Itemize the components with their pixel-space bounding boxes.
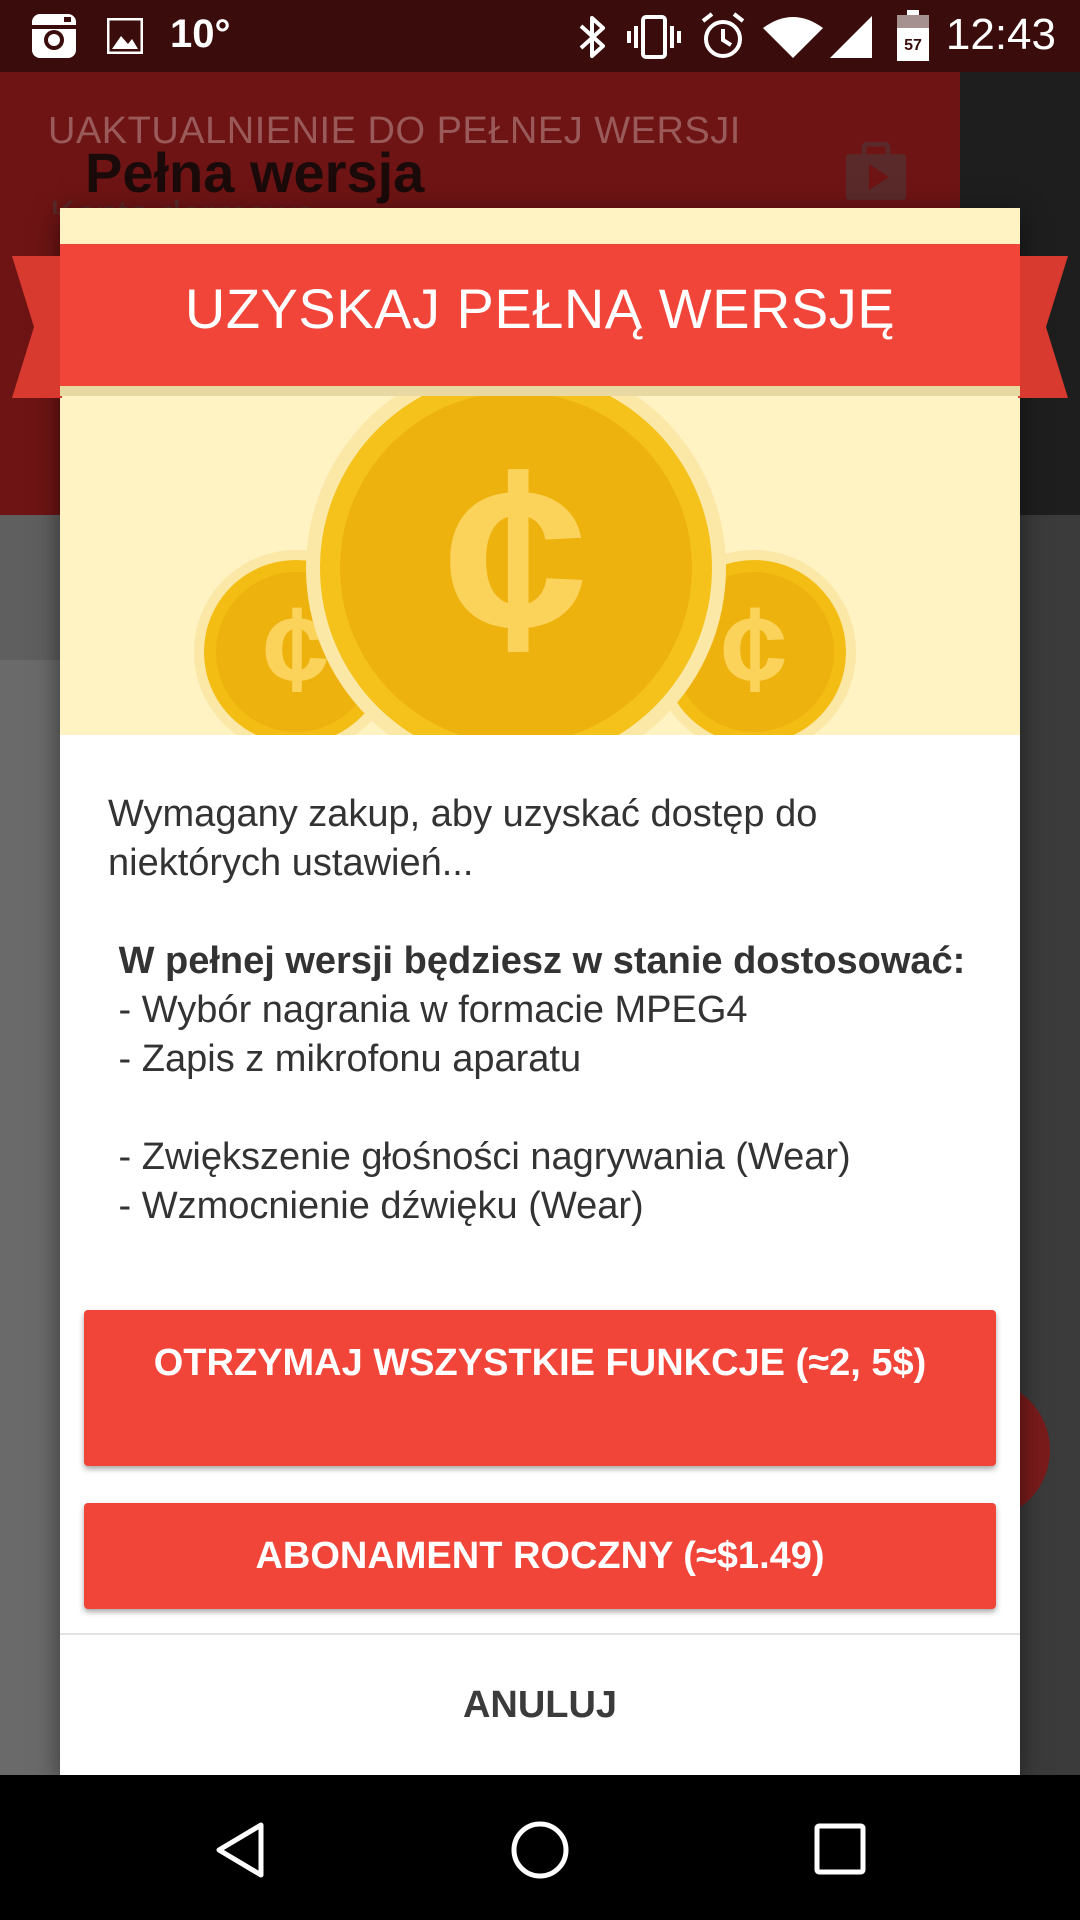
message-intro: Wymagany zakup, aby uzyskać dostęp do ni… (108, 793, 818, 884)
ribbon-tail-right (1018, 256, 1068, 398)
recents-icon[interactable] (814, 1823, 866, 1875)
dialog-message[interactable]: Wymagany zakup, aby uzyskać dostęp do ni… (108, 790, 968, 1250)
bluetooth-icon (579, 16, 605, 58)
wifi-icon (763, 17, 823, 58)
vibrate-icon (627, 15, 681, 59)
buy-all-features-button[interactable]: OTRZYMAJ WSZYSTKIE FUNKCJE (≈2, 5$) (84, 1310, 996, 1466)
yearly-subscription-button[interactable]: ABONAMENT ROCZNY (≈$1.49) (84, 1503, 996, 1609)
feature-item: - Zapis z mikrofonu aparatu (108, 1038, 582, 1080)
status-bar: 10° 57 12:43 (0, 0, 1080, 72)
clock: 12:43 (945, 10, 1056, 59)
feature-item: - Wzmocnienie dźwięku (Wear) (108, 1185, 644, 1227)
image-icon (107, 18, 143, 54)
feature-item: - Wybór nagrania w formacie MPEG4 (108, 989, 748, 1031)
signal-icon (830, 16, 872, 58)
back-icon[interactable] (214, 1821, 266, 1879)
store-icon (846, 142, 906, 200)
cancel-button[interactable]: ANULUJ (60, 1640, 1020, 1770)
navigation-bar (0, 1775, 1080, 1920)
temperature: 10° (170, 12, 231, 56)
feature-item: - Zwiększenie głośności nagrywania (Wear… (108, 1136, 851, 1178)
battery-level: 57 (904, 37, 922, 54)
alarm-icon (701, 12, 745, 58)
divider (60, 1633, 1020, 1635)
instagram-icon (32, 14, 76, 58)
battery-icon: 57 (897, 10, 929, 61)
ribbon-shadow (60, 386, 1020, 396)
svg-text:¢: ¢ (444, 414, 589, 704)
dialog-title: UZYSKAJ PEŁNĄ WERSJĘ (184, 277, 896, 340)
ribbon-tail-left (12, 256, 62, 398)
svg-text:¢: ¢ (721, 582, 788, 716)
home-icon[interactable] (510, 1820, 570, 1880)
features-heading: W pełnej wersji będziesz w stanie dostos… (108, 940, 966, 982)
